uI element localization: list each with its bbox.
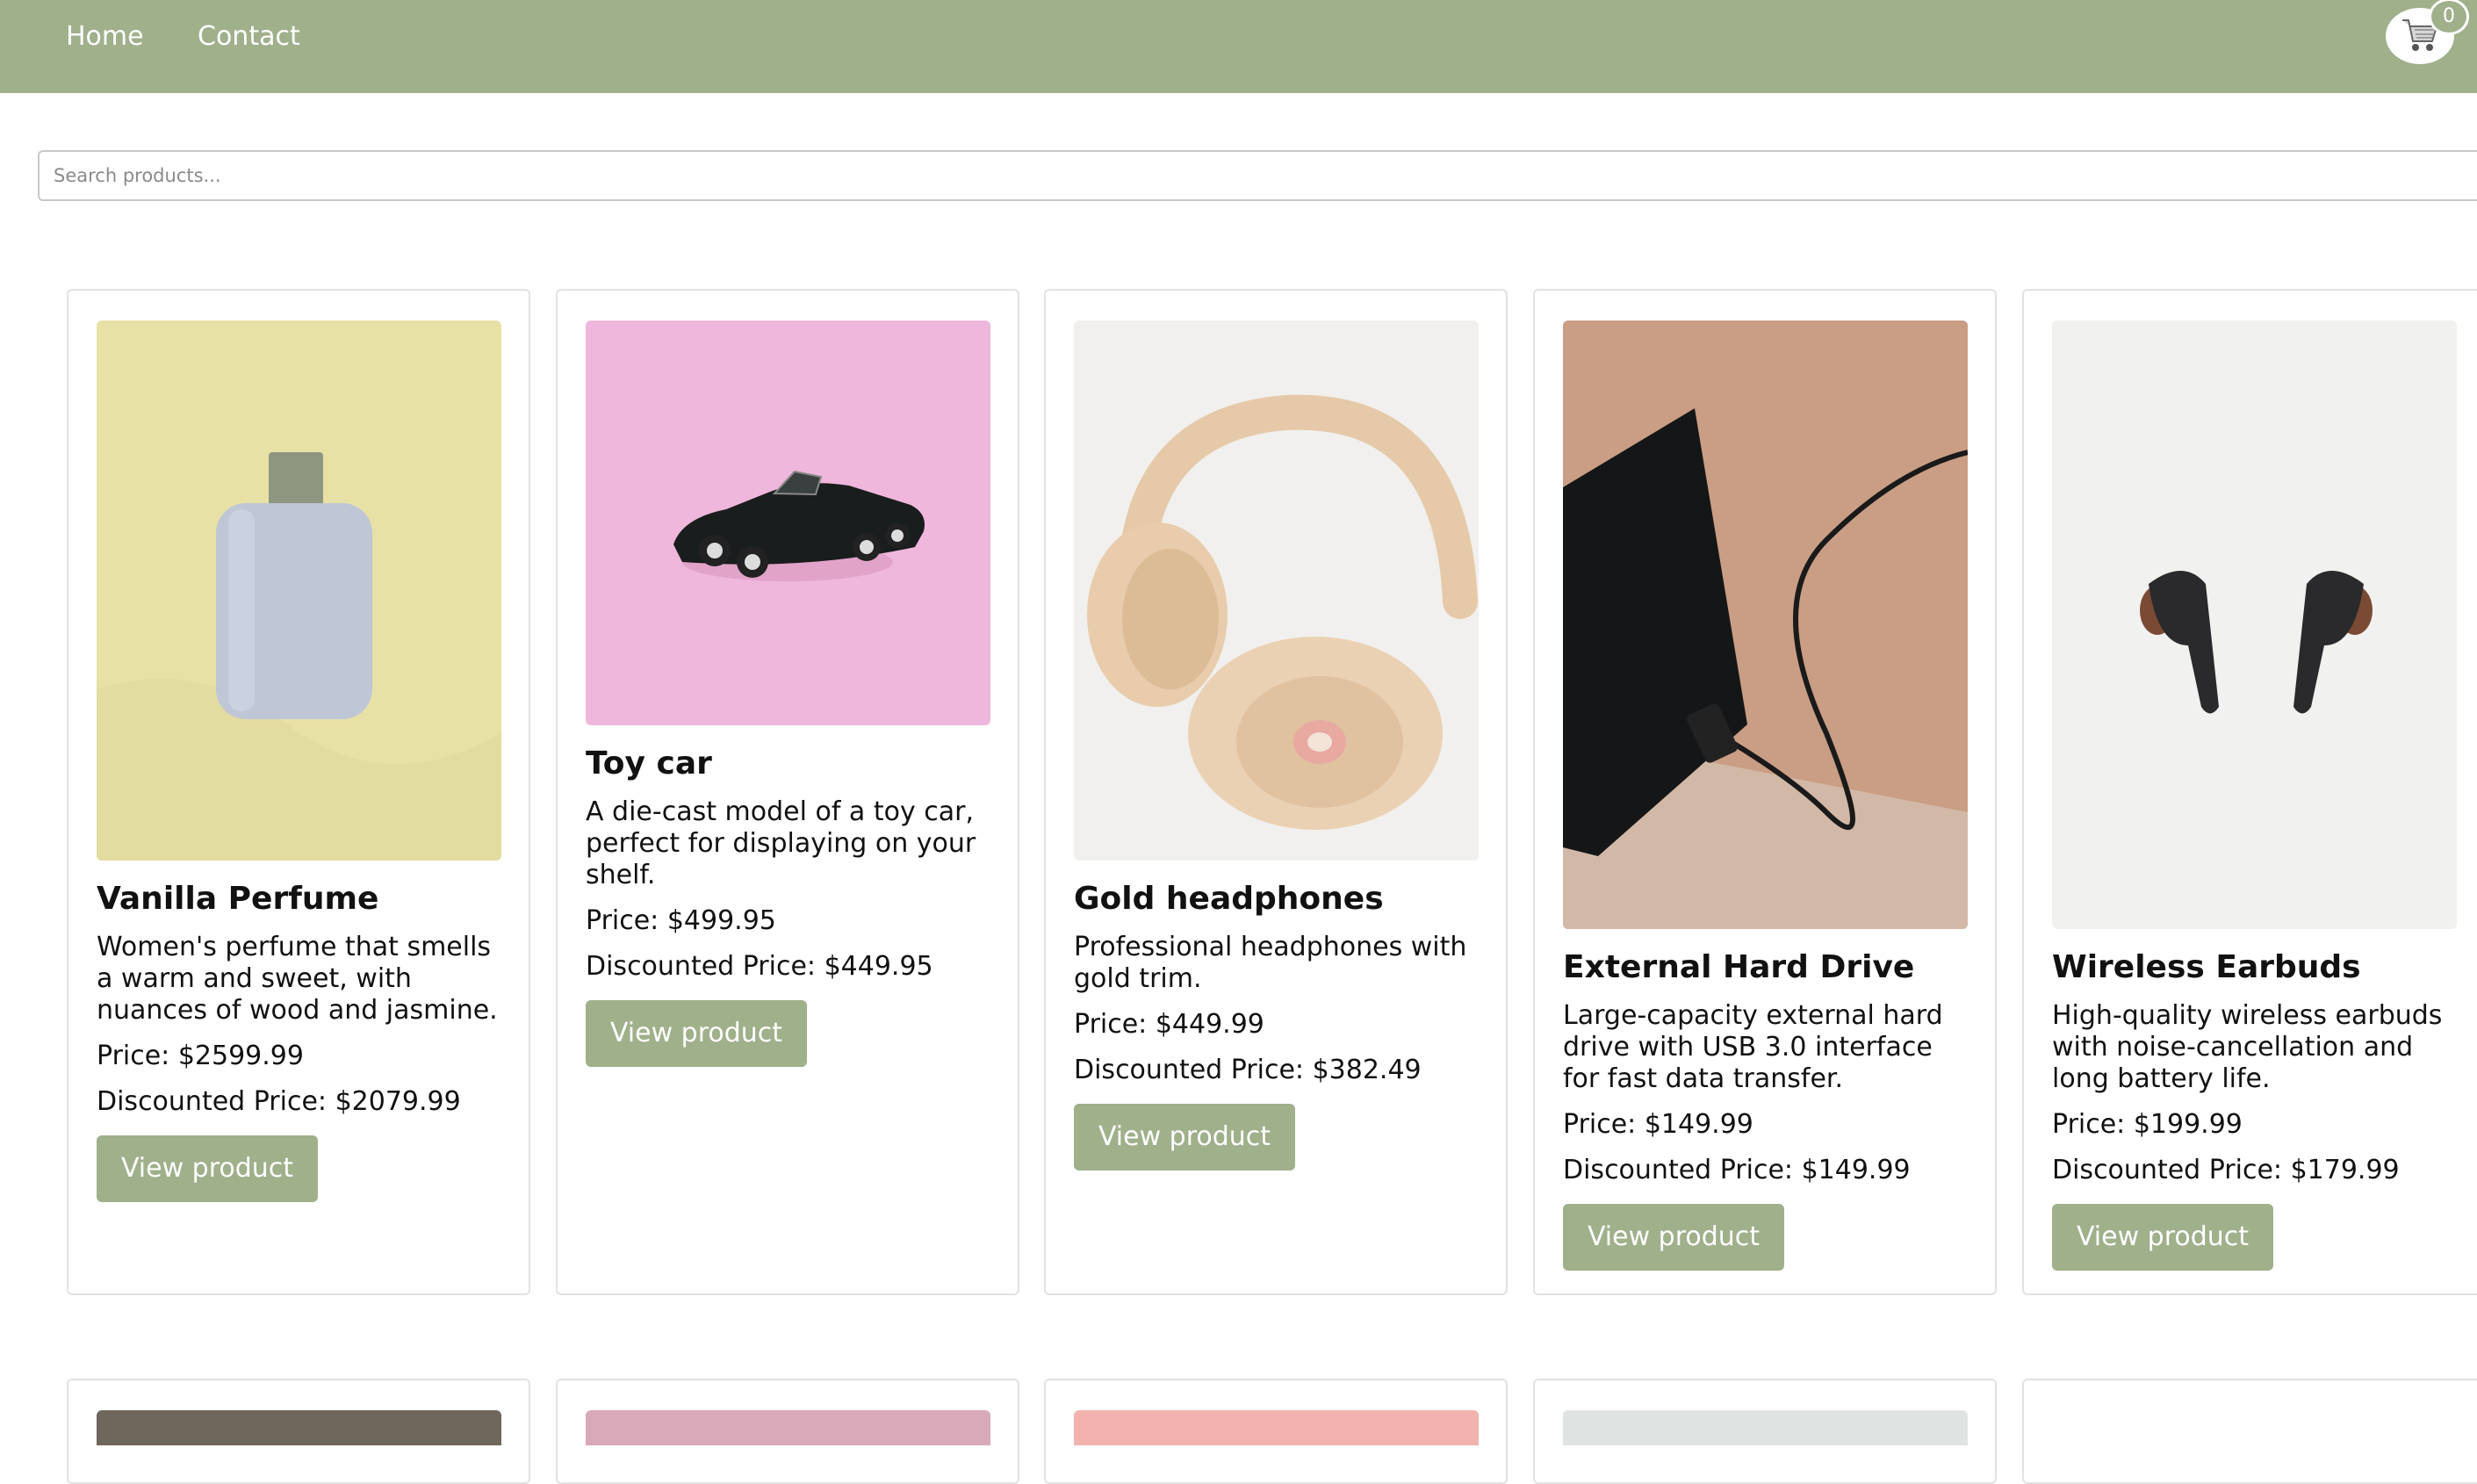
product-info: Gold headphones Professional headphones …: [1074, 879, 1487, 1171]
cart-count-badge: 0: [2429, 0, 2469, 35]
view-product-button[interactable]: View product: [586, 1000, 807, 1067]
product-discounted-price: Discounted Price: $382.49: [1074, 1055, 1422, 1085]
product-card: [2022, 1379, 2477, 1484]
product-image[interactable]: [97, 1410, 501, 1445]
product-card: [1533, 1379, 1997, 1484]
product-title: Wireless Earbuds: [2052, 949, 2361, 985]
view-product-button[interactable]: View product: [1563, 1204, 1784, 1271]
product-price: Price: $149.99: [1563, 1109, 1753, 1140]
product-title: Vanilla Perfume: [97, 881, 379, 917]
product-info: Wireless Earbuds High-quality wireless e…: [2052, 947, 2465, 1271]
view-product-button[interactable]: View product: [2052, 1204, 2273, 1271]
view-product-button[interactable]: View product: [97, 1135, 318, 1202]
product-price: Price: $199.99: [2052, 1109, 2243, 1140]
product-description: Large-capacity external hard drive with …: [1563, 1000, 1943, 1094]
product-price: Price: $449.99: [1074, 1009, 1264, 1040]
nav-link-contact[interactable]: Contact: [198, 18, 300, 56]
product-image-external-hard-drive[interactable]: [1563, 321, 1968, 929]
product-info: External Hard Drive Large-capacity exter…: [1563, 947, 1976, 1271]
product-title: External Hard Drive: [1563, 949, 1915, 985]
product-description: High-quality wireless earbuds with noise…: [2052, 1000, 2443, 1094]
product-image-gold-headphones[interactable]: [1074, 321, 1479, 861]
product-description: Women's perfume that smells a warm and s…: [97, 932, 498, 1026]
product-discounted-price: Discounted Price: $179.99: [2052, 1155, 2400, 1185]
product-discounted-price: Discounted Price: $2079.99: [97, 1086, 461, 1117]
product-info: Vanilla Perfume Women's perfume that sme…: [97, 879, 509, 1202]
product-card: [67, 1379, 530, 1484]
product-title: Toy car: [586, 746, 712, 782]
product-image[interactable]: [2052, 1410, 2457, 1445]
view-product-button[interactable]: View product: [1074, 1104, 1295, 1171]
product-card-external-hard-drive: External Hard Drive Large-capacity exter…: [1533, 289, 1997, 1295]
product-title: Gold headphones: [1074, 881, 1384, 917]
product-discounted-price: Discounted Price: $449.95: [586, 951, 933, 982]
product-card: [556, 1379, 1019, 1484]
product-card-vanilla-perfume: Vanilla Perfume Women's perfume that sme…: [67, 289, 530, 1295]
product-discounted-price: Discounted Price: $149.99: [1563, 1155, 1911, 1185]
product-card-toy-car: Toy car A die-cast model of a toy car, p…: [556, 289, 1019, 1295]
product-price: Price: $499.95: [586, 905, 776, 936]
product-image[interactable]: [586, 1410, 990, 1445]
nav-link-home[interactable]: Home: [66, 18, 144, 56]
product-description: Professional headphones with gold trim.: [1074, 932, 1467, 994]
product-info: Toy car A die-cast model of a toy car, p…: [586, 744, 998, 1067]
search-input[interactable]: [38, 150, 2477, 201]
product-image-vanilla-perfume[interactable]: [97, 321, 501, 861]
product-card: [1044, 1379, 1508, 1484]
product-image-wireless-earbuds[interactable]: [2052, 321, 2457, 929]
product-price: Price: $2599.99: [97, 1041, 304, 1071]
product-image[interactable]: [1074, 1410, 1479, 1445]
product-card-wireless-earbuds: Wireless Earbuds High-quality wireless e…: [2022, 289, 2477, 1295]
product-description: A die-cast model of a toy car, perfect f…: [586, 796, 976, 890]
product-image[interactable]: [1563, 1410, 1968, 1445]
product-card-gold-headphones: Gold headphones Professional headphones …: [1044, 289, 1508, 1295]
top-navbar: Home Contact 0: [0, 0, 2477, 93]
product-image-toy-car[interactable]: [586, 321, 990, 725]
